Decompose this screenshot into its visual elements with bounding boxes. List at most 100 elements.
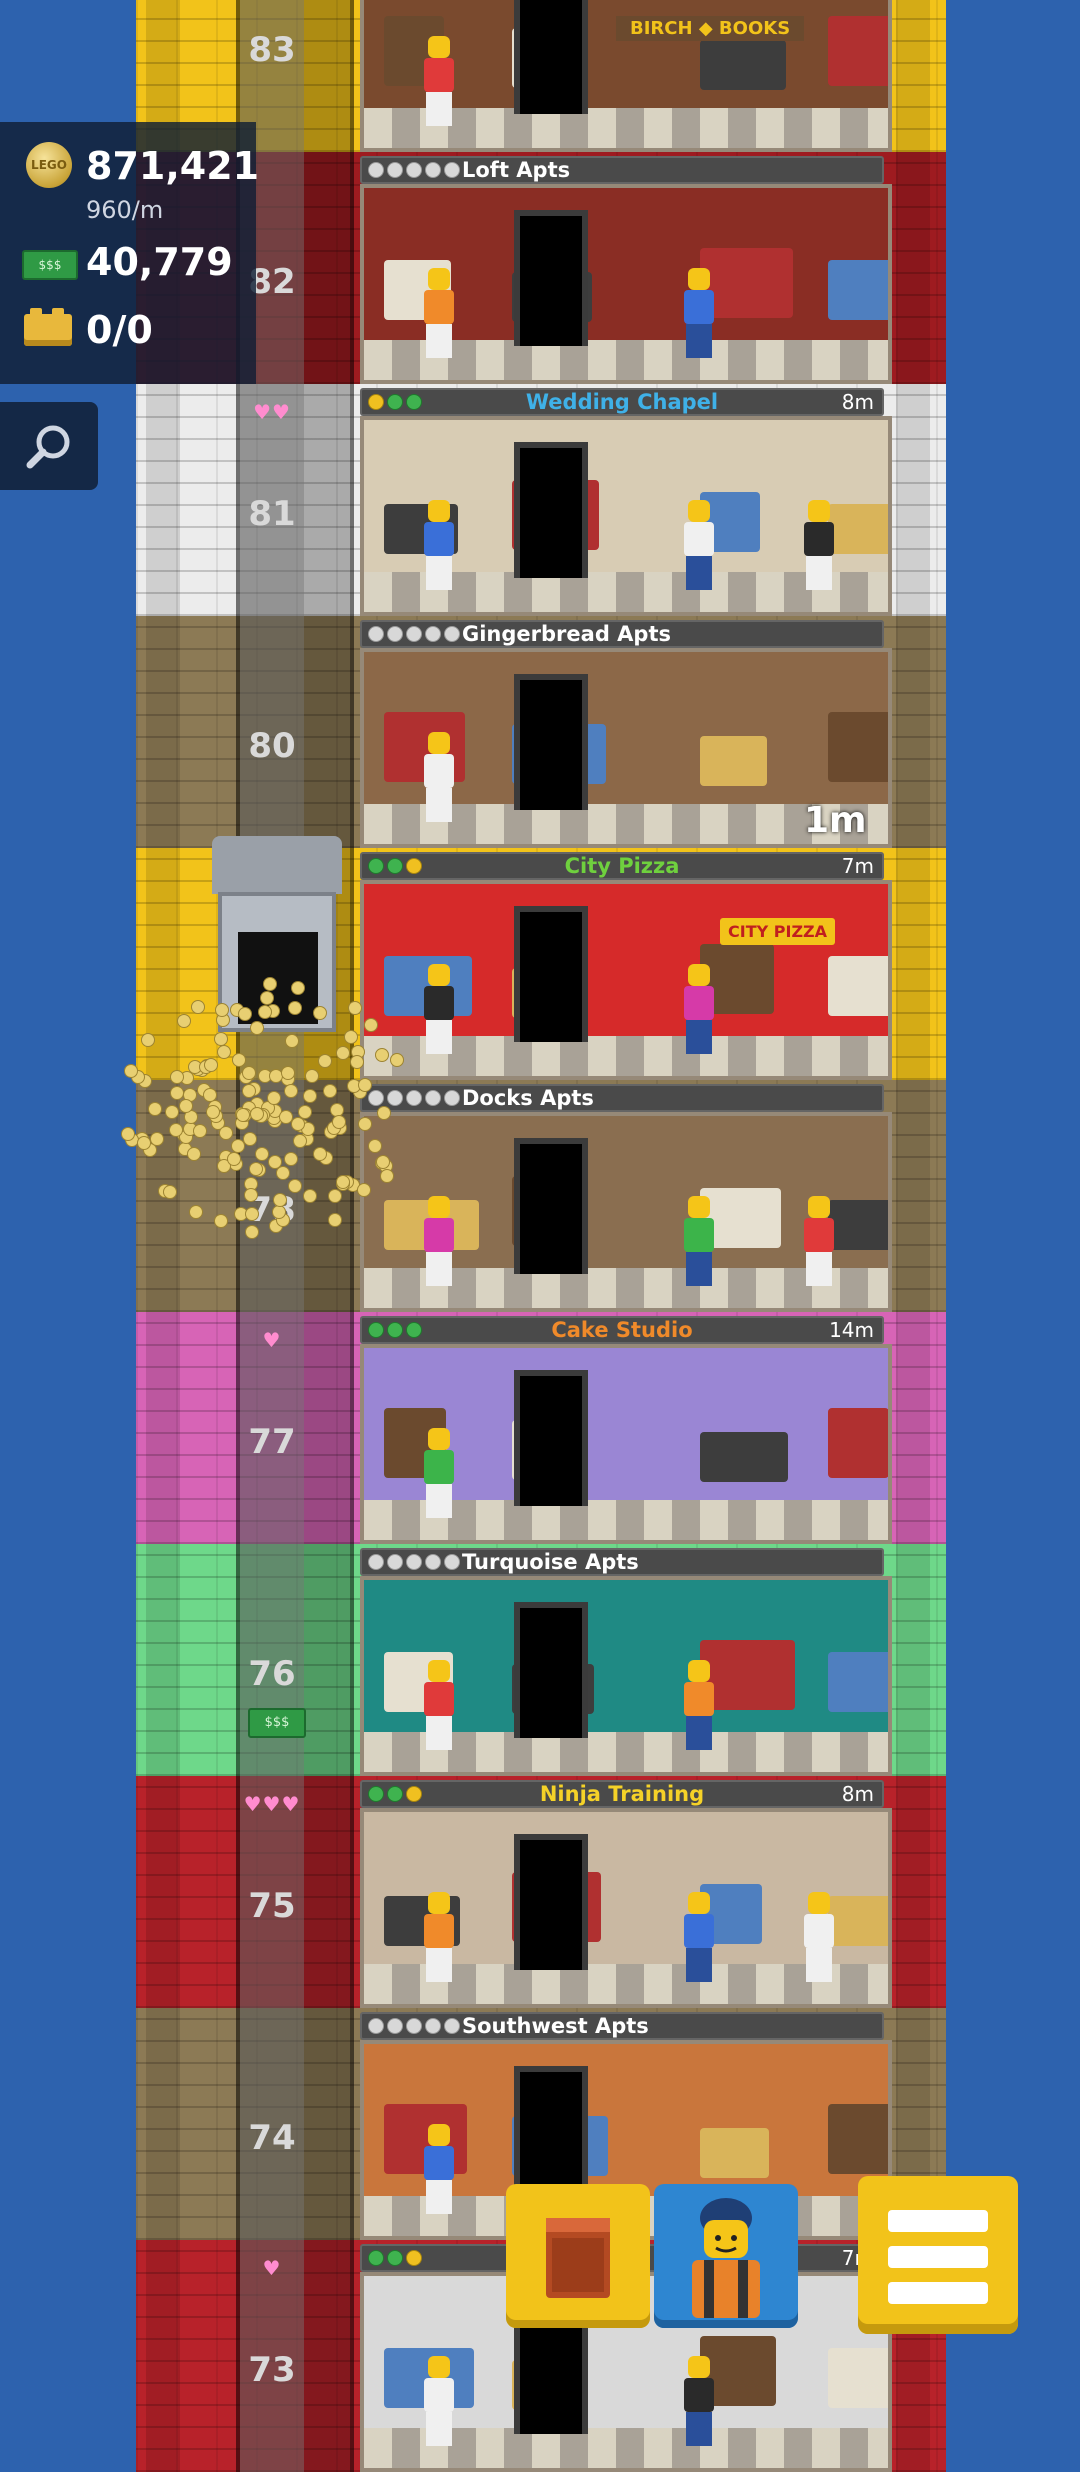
minifigure[interactable] bbox=[424, 268, 454, 358]
room-interior[interactable] bbox=[360, 1112, 892, 1312]
wall-pillar bbox=[146, 616, 180, 848]
minifigure[interactable] bbox=[684, 2356, 714, 2446]
room-interior[interactable] bbox=[360, 1576, 892, 1776]
bux-tip-icon[interactable]: $$$ bbox=[248, 1708, 306, 1738]
coin-particle bbox=[284, 1152, 299, 1167]
floor-name: Turquoise Apts bbox=[462, 1550, 639, 1574]
room-furniture bbox=[828, 712, 888, 782]
stock-dot bbox=[425, 2018, 441, 2034]
room-furniture bbox=[828, 2104, 888, 2174]
avatar-button[interactable] bbox=[654, 2184, 798, 2328]
floor-number: 77 bbox=[248, 1422, 296, 1462]
wall-pillar bbox=[896, 384, 930, 616]
coin-particle bbox=[232, 1052, 247, 1067]
minifigure[interactable] bbox=[684, 500, 714, 590]
minifigure[interactable] bbox=[424, 1196, 454, 1286]
coin-particle bbox=[313, 1006, 328, 1021]
brick-count: 0/0 bbox=[86, 308, 153, 352]
wall-pillar bbox=[896, 616, 930, 848]
wall-pillar bbox=[146, 2240, 180, 2472]
floor-name: Southwest Apts bbox=[462, 2014, 649, 2038]
minifigure[interactable] bbox=[684, 964, 714, 1054]
coin-particle bbox=[356, 1182, 371, 1197]
floor-nameplate[interactable]: Southwest Apts bbox=[360, 2012, 884, 2040]
coin-particle bbox=[367, 1139, 382, 1154]
room-door bbox=[514, 1602, 588, 1738]
minifigure[interactable] bbox=[424, 1660, 454, 1750]
stock-dot bbox=[406, 1554, 422, 1570]
floor-76[interactable]: 76 Turquoise Apts bbox=[136, 1544, 946, 1776]
search-button[interactable] bbox=[0, 402, 98, 490]
floor-timer: 7m bbox=[841, 854, 874, 878]
floor-nameplate[interactable]: Loft Apts bbox=[360, 156, 884, 184]
floor-nameplate[interactable]: Ninja Training 8m bbox=[360, 1780, 884, 1808]
floor-nameplate[interactable]: Turquoise Apts bbox=[360, 1548, 884, 1576]
room-interior[interactable] bbox=[360, 1808, 892, 2008]
floor-75[interactable]: 75 ♥♥♥ Ninja Training 8m bbox=[136, 1776, 946, 2008]
room-interior[interactable] bbox=[360, 184, 892, 384]
minifigure[interactable] bbox=[804, 1196, 834, 1286]
minifigure[interactable] bbox=[684, 1660, 714, 1750]
coin-particle bbox=[349, 1055, 364, 1070]
floor-nameplate[interactable]: Wedding Chapel 8m bbox=[360, 388, 884, 416]
floor-nameplate[interactable]: Gingerbread Apts bbox=[360, 620, 884, 648]
coin-particle bbox=[205, 1104, 220, 1119]
wall-pillar bbox=[896, 1776, 930, 2008]
room-door bbox=[514, 1138, 588, 1274]
coin-particle bbox=[244, 1207, 259, 1222]
floor-81[interactable]: 81 ♥♥ Wedding Chapel 8m bbox=[136, 384, 946, 616]
minifigure[interactable] bbox=[684, 1196, 714, 1286]
minifigure[interactable] bbox=[424, 1428, 454, 1518]
room-interior[interactable] bbox=[360, 880, 892, 1080]
stock-dot bbox=[444, 626, 460, 642]
floor-name: Cake Studio bbox=[551, 1318, 693, 1342]
coin-particle bbox=[121, 1126, 135, 1141]
floor-name: Wedding Chapel bbox=[525, 390, 719, 414]
coin-particle bbox=[358, 1078, 373, 1093]
coin-count: 871,421 bbox=[86, 144, 260, 188]
menu-line-icon bbox=[888, 2246, 988, 2268]
wall-pillar bbox=[146, 1776, 180, 2008]
coin-particle bbox=[164, 1105, 179, 1120]
coin-particle bbox=[214, 1003, 229, 1018]
coin-particle bbox=[364, 1018, 379, 1033]
room-door bbox=[514, 2066, 588, 2202]
coin-particle bbox=[263, 976, 278, 991]
room-door bbox=[514, 210, 588, 346]
minifigure[interactable] bbox=[424, 964, 454, 1054]
furniture-button[interactable] bbox=[506, 2184, 650, 2328]
minifigure[interactable] bbox=[804, 500, 834, 590]
wall-pillar bbox=[896, 1544, 930, 1776]
minifigure[interactable] bbox=[424, 2356, 454, 2446]
minifigure[interactable] bbox=[424, 732, 454, 822]
stock-dot bbox=[368, 626, 384, 642]
room-interior[interactable] bbox=[360, 1344, 892, 1544]
wall-pillar bbox=[896, 1080, 930, 1312]
wall-pillar bbox=[146, 2008, 180, 2240]
stock-dot bbox=[406, 626, 422, 642]
floor-nameplate[interactable]: Docks Apts bbox=[360, 1084, 884, 1112]
minifigure[interactable] bbox=[424, 2124, 454, 2214]
floor-timer: 8m bbox=[841, 390, 874, 414]
floor-stock-dots bbox=[368, 2018, 460, 2034]
minifigure[interactable] bbox=[424, 500, 454, 590]
floor-name: Gingerbread Apts bbox=[462, 622, 671, 646]
floor-nameplate[interactable]: City Pizza 7m bbox=[360, 852, 884, 880]
floor-77[interactable]: 77 ♥ Cake Studio 14m bbox=[136, 1312, 946, 1544]
room-furniture bbox=[828, 1408, 888, 1478]
bux-count: 40,779 bbox=[86, 240, 233, 284]
room-interior[interactable] bbox=[360, 416, 892, 616]
floor-83[interactable]: 83 BIRCH ◆ BOOKS bbox=[136, 0, 946, 152]
menu-button[interactable] bbox=[858, 2176, 1018, 2334]
minifigure[interactable] bbox=[684, 1892, 714, 1982]
minifigure[interactable] bbox=[684, 268, 714, 358]
minifigure[interactable] bbox=[804, 1892, 834, 1982]
floor-hearts: ♥♥ bbox=[253, 400, 291, 424]
coin-particle bbox=[348, 1001, 363, 1016]
floor-nameplate[interactable]: Cake Studio 14m bbox=[360, 1316, 884, 1344]
coin-particle bbox=[179, 1098, 193, 1113]
coin-particle bbox=[190, 1000, 205, 1015]
room-furniture bbox=[828, 504, 888, 554]
minifigure[interactable] bbox=[424, 36, 454, 126]
minifigure[interactable] bbox=[424, 1892, 454, 1982]
